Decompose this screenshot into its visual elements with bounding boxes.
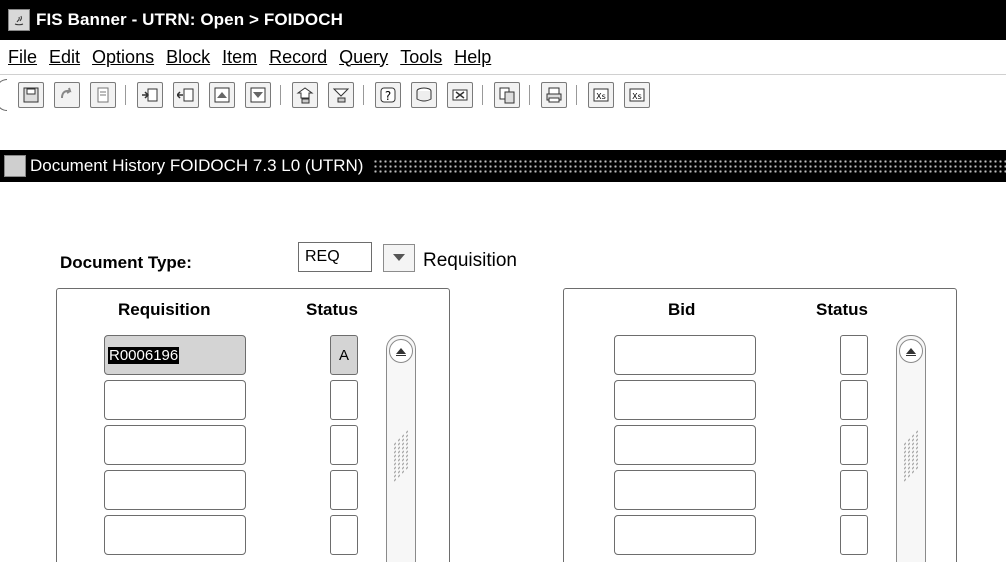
requisition-status-field[interactable] [330,470,358,510]
menu-tools-label: Tools [400,46,443,67]
form-title: Document History FOIDOCH 7.3 L0 (UTRN) [30,156,364,175]
toolbar-separator [125,85,128,105]
bid-scrollbar[interactable] [896,335,926,562]
toolbar-separator [482,85,485,105]
previous-block-icon[interactable] [328,82,354,108]
form-icon [4,155,26,177]
bid-number-field[interactable] [614,425,756,465]
menu-options-label: Options [92,46,155,67]
svg-text:Xs: Xs [596,92,606,101]
bid-status-field[interactable] [840,470,868,510]
requisition-status-column-header: Status [306,300,358,319]
requisition-status-field[interactable] [330,515,358,555]
insert-record-icon[interactable] [137,82,163,108]
svg-text:?: ? [385,89,391,103]
menu-query[interactable]: Query [339,47,388,68]
remove-record-icon[interactable] [173,82,199,108]
bid-number-field[interactable] [614,470,756,510]
requisition-status-field[interactable] [330,425,358,465]
dropdown-arrow-icon [393,254,405,261]
clear-record-icon[interactable] [209,82,235,108]
menu-file[interactable]: File [8,47,37,68]
toolbar-separator [280,85,283,105]
help-icon[interactable]: ? [375,82,401,108]
calendar-icon[interactable] [411,82,437,108]
requisition-number-value: R0006196 [108,347,180,364]
document-type-dropdown-button[interactable] [383,244,415,272]
bid-status-field[interactable] [840,515,868,555]
form-header-bar: Document History FOIDOCH 7.3 L0 (UTRN) [0,150,1006,182]
menu-record-label: Record [269,46,328,67]
requisition-number-field[interactable] [104,380,246,420]
app-window: FIS Banner - UTRN: Open > FOIDOCH File E… [0,0,1006,562]
menu-help[interactable]: Help [454,47,491,68]
copy-icon[interactable] [494,82,520,108]
menu-bar: File Edit Options Block Item Record Quer… [0,40,1006,75]
menu-tools[interactable]: Tools [400,47,442,68]
bid-column-header: Bid [668,300,696,319]
title-bar: FIS Banner - UTRN: Open > FOIDOCH [0,0,1006,40]
arrow-up-icon [906,348,916,356]
bid-status-column-header: Status [816,300,868,319]
requisition-number-field[interactable] [104,515,246,555]
document-type-label: Document Type: [60,253,192,272]
toolbar-edge [0,79,7,111]
requisition-status-field[interactable]: A [330,335,358,375]
menu-edit-label: Edit [49,46,81,67]
menu-block[interactable]: Block [166,47,210,68]
menu-file-label: File [8,46,38,67]
bid-status-field[interactable] [840,380,868,420]
menu-record[interactable]: Record [269,47,327,68]
toolbar-separator [529,85,532,105]
menu-block-label: Block [166,46,211,67]
requisition-status-field[interactable] [330,380,358,420]
bid-number-field[interactable] [614,515,756,555]
requisition-number-field[interactable] [104,425,246,465]
exit-icon[interactable] [447,82,473,108]
svg-text:Xs: Xs [632,92,642,101]
scroll-grip [903,428,919,484]
bid-status-field[interactable] [840,335,868,375]
menu-options[interactable]: Options [92,47,154,68]
toolbar-separator [576,85,579,105]
menu-query-label: Query [339,46,389,67]
menu-help-label: Help [454,46,492,67]
arrow-up-icon [396,348,406,356]
scroll-up-button[interactable] [389,339,413,363]
menu-item-label: Item [222,46,258,67]
window-title: FIS Banner - UTRN: Open > FOIDOCH [36,10,343,29]
print-icon[interactable] [541,82,567,108]
requisition-scrollbar[interactable] [386,335,416,562]
requisition-number-field[interactable] [104,470,246,510]
next-block-icon[interactable] [292,82,318,108]
requisition-number-field[interactable]: R0006196 [104,335,246,375]
document-type-input[interactable]: REQ [298,242,372,272]
scroll-grip [393,428,409,484]
menu-edit[interactable]: Edit [49,47,80,68]
save-icon[interactable] [18,82,44,108]
calculator-icon[interactable]: Xs [588,82,614,108]
other-icon[interactable]: Xs [624,82,650,108]
scroll-up-button[interactable] [899,339,923,363]
menu-item[interactable]: Item [222,47,257,68]
bid-number-field[interactable] [614,335,756,375]
toolbar: ? Xs Xs [0,76,1006,114]
toolbar-separator [363,85,366,105]
java-app-icon [8,9,30,31]
document-type-description: Requisition [423,250,517,271]
requisition-column-header: Requisition [118,300,211,319]
clear-form-icon[interactable] [245,82,271,108]
bid-number-field[interactable] [614,380,756,420]
bid-status-field[interactable] [840,425,868,465]
form-bar-pattern [373,159,1006,173]
rollback-icon[interactable] [54,82,80,108]
print-form-icon[interactable] [90,82,116,108]
